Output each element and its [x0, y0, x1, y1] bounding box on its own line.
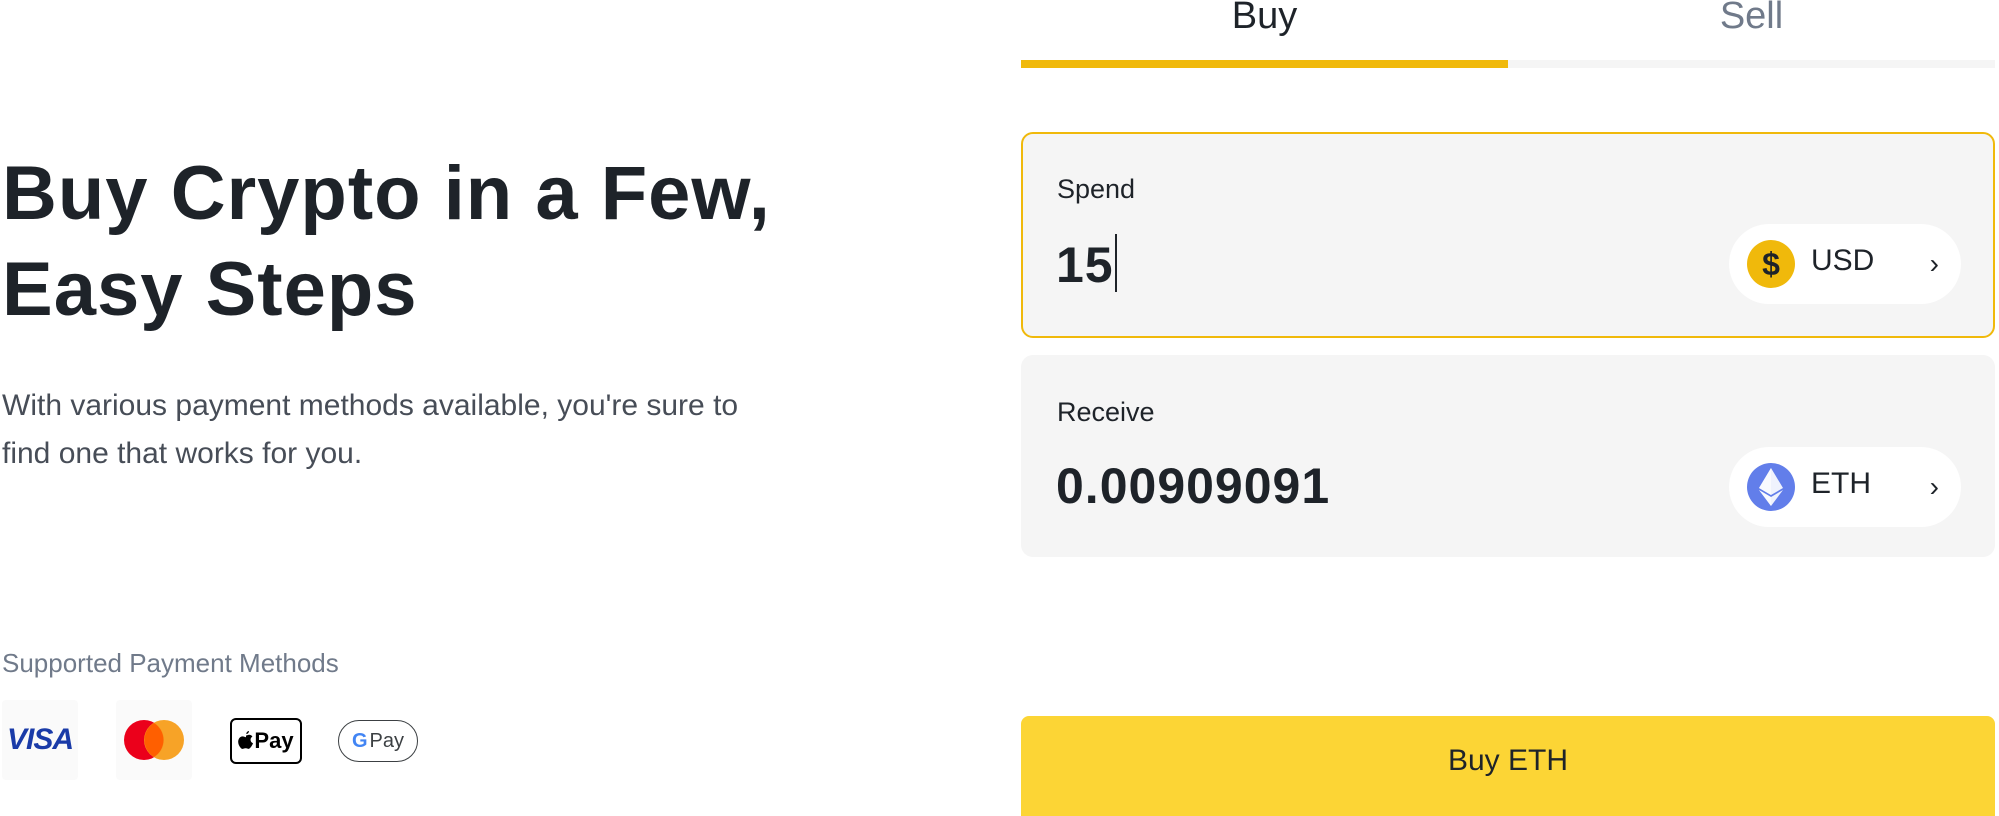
apple-pay-label: Pay	[254, 728, 294, 753]
tab-sell-indicator	[1508, 60, 1995, 68]
google-pay-icon: G Pay	[338, 720, 418, 762]
payment-methods-list: VISA Pay G Pay	[2, 700, 442, 780]
mastercard-icon	[116, 700, 192, 780]
text-caret	[1114, 234, 1117, 292]
dollar-sign-icon: $	[1762, 245, 1780, 282]
spend-amount-input[interactable]: 15	[1056, 234, 1117, 294]
visa-label: VISA	[6, 723, 74, 756]
chevron-right-icon: ›	[1929, 471, 1939, 502]
receive-label: Receive	[1057, 397, 1155, 427]
spend-currency-label: USD	[1811, 244, 1875, 277]
spend-label: Spend	[1057, 174, 1136, 204]
receive-amount[interactable]: 0.00909091	[1056, 457, 1330, 515]
payment-methods-title: Supported Payment Methods	[2, 648, 339, 678]
chevron-right-icon: ›	[1929, 248, 1939, 279]
google-g-icon: G	[351, 729, 368, 752]
page-title: Buy Crypto in a Few, Easy Steps	[2, 151, 771, 332]
tab-sell[interactable]: Sell	[1508, 0, 1995, 44]
ethereum-icon	[1747, 463, 1795, 511]
spend-field[interactable]: Spend 15 $ USD ›	[1021, 132, 1995, 338]
page-subtitle: With various payment methods available, …	[2, 389, 739, 470]
tab-buy[interactable]: Buy	[1021, 0, 1508, 44]
buy-sell-tabs: Buy Sell	[1021, 0, 1995, 68]
spend-amount-value: 15	[1056, 237, 1114, 293]
apple-pay-icon: Pay	[230, 718, 302, 764]
usd-coin-icon: $	[1747, 240, 1795, 288]
tab-buy-indicator	[1021, 60, 1508, 68]
receive-field[interactable]: Receive 0.00909091 ETH ›	[1021, 355, 1995, 557]
receive-currency-selector[interactable]: ETH ›	[1729, 447, 1961, 527]
ethereum-diamond-icon	[1759, 468, 1783, 506]
apple-logo-icon	[238, 731, 254, 749]
google-pay-label: Pay	[369, 729, 405, 752]
buy-eth-button[interactable]: Buy ETH	[1021, 716, 1995, 816]
receive-currency-label: ETH	[1811, 467, 1871, 500]
mastercard-logo	[124, 720, 184, 760]
spend-currency-selector[interactable]: $ USD ›	[1729, 224, 1961, 304]
visa-icon: VISA	[2, 700, 78, 780]
